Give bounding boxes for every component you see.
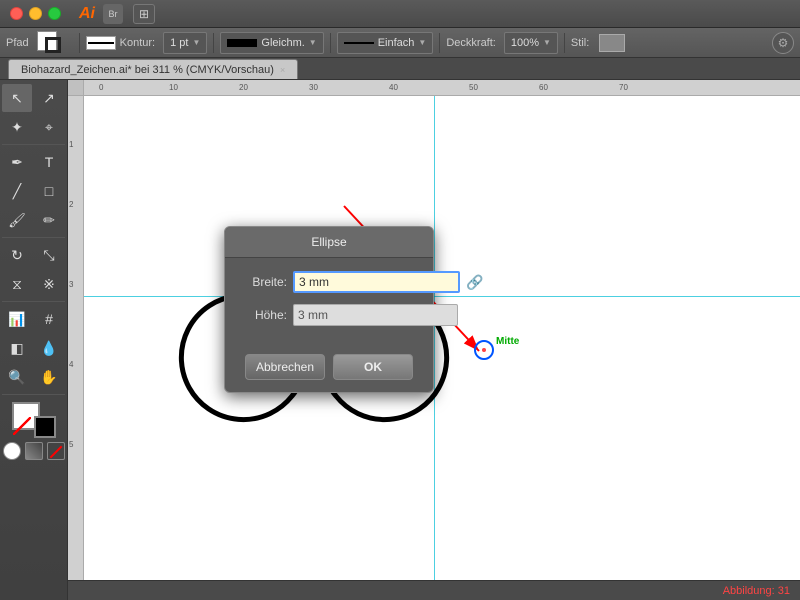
- separator4: [439, 33, 440, 53]
- color-swatches: [2, 398, 65, 464]
- bridge-icon[interactable]: Br: [103, 4, 123, 24]
- close-button[interactable]: [10, 7, 23, 20]
- gradient-mode-btn[interactable]: [25, 442, 43, 460]
- dialog-title: Ellipse: [225, 227, 433, 258]
- einfach-selector[interactable]: Einfach ▼: [337, 32, 434, 54]
- ruler-vtick-5: 5: [69, 440, 73, 449]
- tab-close-button[interactable]: ×: [280, 65, 285, 75]
- ruler-tick-20: 20: [239, 83, 248, 92]
- selection-tool[interactable]: ↖: [2, 84, 32, 112]
- breite-row: Breite: 🔗: [239, 270, 419, 294]
- color-mode-btn[interactable]: [3, 442, 21, 460]
- left-toolbar: ↖ ↗ ✦ ⌖ ✒ T ╱ □ 🖌 ✏ ↻ ⤡ ⧖ ※ 📊 # ◧ 💧 🔍 ✋: [0, 80, 68, 600]
- lasso-tool[interactable]: ⌖: [34, 113, 64, 141]
- ruler-vtick-3: 3: [69, 280, 73, 289]
- lock-icon[interactable]: 🔗: [466, 270, 483, 294]
- cancel-button[interactable]: Abbrechen: [245, 354, 325, 380]
- breite-label: Breite:: [239, 275, 287, 289]
- mitte-label: Mitte: [496, 336, 519, 347]
- column-graph-tool[interactable]: 📊: [2, 305, 32, 333]
- ruler-vertical: 1 2 3 4 5: [68, 80, 84, 600]
- pt-selector[interactable]: 1 pt ▼: [163, 32, 207, 54]
- ruler-tick-70: 70: [619, 83, 628, 92]
- brush-tool[interactable]: 🖌: [2, 206, 32, 234]
- traffic-lights: [10, 7, 61, 20]
- type-tool[interactable]: T: [34, 148, 64, 176]
- scale-tool[interactable]: ⤡: [34, 241, 64, 269]
- ruler-horizontal: 0 10 20 30 40 50 60 70: [84, 80, 800, 96]
- rect-tool[interactable]: □: [34, 177, 64, 205]
- stil-label: Stil:: [571, 37, 589, 49]
- hand-tool[interactable]: ✋: [34, 363, 64, 391]
- hoehe-row: Höhe:: [239, 304, 419, 326]
- symbol-tool[interactable]: ※: [34, 270, 64, 298]
- ruler-corner: [68, 80, 84, 96]
- none-indicator: [13, 417, 31, 435]
- maximize-button[interactable]: [48, 7, 61, 20]
- settings-icon[interactable]: ⚙: [772, 32, 794, 54]
- ruler-tick-10: 10: [169, 83, 178, 92]
- ok-button[interactable]: OK: [333, 354, 413, 380]
- separator5: [564, 33, 565, 53]
- none-mode-btn[interactable]: [47, 442, 65, 460]
- toolbar: Pfad Kontur: 1 pt ▼ Gleichm. ▼ Einfach ▼…: [0, 28, 800, 58]
- white-canvas: Mitte Ellipse Breite: 🔗 Höhe:: [84, 96, 800, 600]
- abbildung-text: Abbildung: 31: [723, 585, 790, 597]
- mesh-tool[interactable]: #: [34, 305, 64, 333]
- pencil-tool[interactable]: ✏: [34, 206, 64, 234]
- kontur-label: Kontur:: [120, 37, 155, 49]
- blend-tool[interactable]: ⧖: [2, 270, 32, 298]
- ruler-vtick-1: 1: [69, 140, 73, 149]
- line-tool[interactable]: ╱: [2, 177, 32, 205]
- dialog-buttons: Abbrechen OK: [225, 348, 433, 392]
- main-area: ↖ ↗ ✦ ⌖ ✒ T ╱ □ 🖌 ✏ ↻ ⤡ ⧖ ※ 📊 # ◧ 💧 🔍 ✋: [0, 80, 800, 600]
- ruler-tick-30: 30: [309, 83, 318, 92]
- ruler-tick-40: 40: [389, 83, 398, 92]
- tab-title: Biohazard_Zeichen.ai* bei 311 % (CMYK/Vo…: [21, 64, 274, 76]
- statusbar: Abbildung: 31: [68, 580, 800, 600]
- pfad-label: Pfad: [6, 37, 29, 49]
- ellipse-dialog: Ellipse Breite: 🔗 Höhe: Abbrechen OK: [224, 226, 434, 393]
- gradient-tool[interactable]: ◧: [2, 334, 32, 362]
- separator1: [79, 33, 80, 53]
- breite-input[interactable]: [293, 271, 460, 293]
- ruler-tick-0: 0: [99, 83, 103, 92]
- eyedropper-tool[interactable]: 💧: [34, 334, 64, 362]
- ruler-vtick-2: 2: [69, 200, 73, 209]
- ruler-tick-50: 50: [469, 83, 478, 92]
- pen-tool[interactable]: ✒: [2, 148, 32, 176]
- tabbar: Biohazard_Zeichen.ai* bei 311 % (CMYK/Vo…: [0, 58, 800, 80]
- gleichm-selector[interactable]: Gleichm. ▼: [220, 32, 323, 54]
- minimize-button[interactable]: [29, 7, 42, 20]
- magic-wand-tool[interactable]: ✦: [2, 113, 32, 141]
- stroke-color-preview[interactable]: [86, 36, 116, 50]
- dialog-body: Breite: 🔗 Höhe:: [225, 258, 433, 348]
- deckkraft-label: Deckkraft:: [446, 37, 496, 49]
- fg-bg-boxes[interactable]: [12, 402, 56, 438]
- separator3: [330, 33, 331, 53]
- titlebar: Ai Br ⊞: [0, 0, 800, 28]
- hoehe-label: Höhe:: [239, 308, 287, 322]
- ruler-tick-60: 60: [539, 83, 548, 92]
- separator2: [213, 33, 214, 53]
- direct-selection-tool[interactable]: ↗: [34, 84, 64, 112]
- ruler-vtick-4: 4: [69, 360, 73, 369]
- fill-stroke-indicator[interactable]: [37, 29, 69, 57]
- stil-preview[interactable]: [599, 34, 625, 52]
- zoom-tool[interactable]: 🔍: [2, 363, 32, 391]
- document-tab[interactable]: Biohazard_Zeichen.ai* bei 311 % (CMYK/Vo…: [8, 59, 298, 79]
- canvas-area[interactable]: 0 10 20 30 40 50 60 70 1 2 3 4 5: [68, 80, 800, 600]
- workspace-icon[interactable]: ⊞: [133, 4, 155, 24]
- background-color[interactable]: [34, 416, 56, 438]
- ellipse-cursor: [474, 340, 494, 360]
- deckkraft-value[interactable]: 100% ▼: [504, 32, 558, 54]
- app-logo: Ai: [79, 5, 95, 23]
- rotate-tool[interactable]: ↻: [2, 241, 32, 269]
- hoehe-input[interactable]: [293, 304, 458, 326]
